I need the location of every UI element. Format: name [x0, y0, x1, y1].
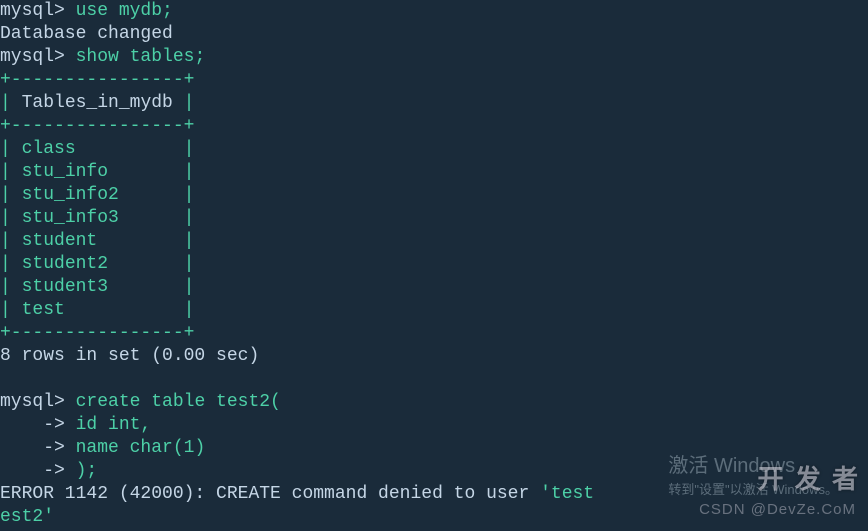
- error-line-2: est2': [0, 507, 54, 527]
- cmd-create-table-l4: );: [76, 461, 98, 481]
- mysql-prompt: mysql>: [0, 47, 65, 67]
- table-row: | student2 |: [0, 254, 194, 274]
- error-line: ERROR 1142 (42000): CREATE command denie…: [0, 484, 594, 504]
- response-db-changed: Database changed: [0, 24, 173, 44]
- mysql-prompt: mysql>: [0, 392, 65, 412]
- table-row: | stu_info3 |: [0, 208, 194, 228]
- response-rows-in-set: 8 rows in set (0.00 sec): [0, 346, 259, 366]
- table-border-bot: +----------------+: [0, 323, 194, 343]
- table-header-row: | Tables_in_mydb |: [0, 93, 194, 113]
- cmd-show-tables: show tables;: [76, 47, 206, 67]
- continuation-prompt: ->: [0, 415, 65, 435]
- cmd-create-table-l1: create table test2(: [76, 392, 281, 412]
- table-row: | stu_info2 |: [0, 185, 194, 205]
- terminal-output[interactable]: mysql> use mydb; Database changed mysql>…: [0, 0, 868, 529]
- cmd-create-table-l3: name char(1): [76, 438, 206, 458]
- table-border-mid: +----------------+: [0, 116, 194, 136]
- table-row: | student |: [0, 231, 194, 251]
- table-row: | class |: [0, 139, 194, 159]
- continuation-prompt: ->: [0, 438, 65, 458]
- table-row: | test |: [0, 300, 194, 320]
- table-border-top: +----------------+: [0, 70, 194, 90]
- continuation-prompt: ->: [0, 461, 65, 481]
- cmd-use-db: use mydb;: [76, 1, 173, 21]
- mysql-prompt: mysql>: [0, 1, 65, 21]
- cmd-create-table-l2: id int,: [76, 415, 152, 435]
- table-row: | student3 |: [0, 277, 194, 297]
- table-row: | stu_info |: [0, 162, 194, 182]
